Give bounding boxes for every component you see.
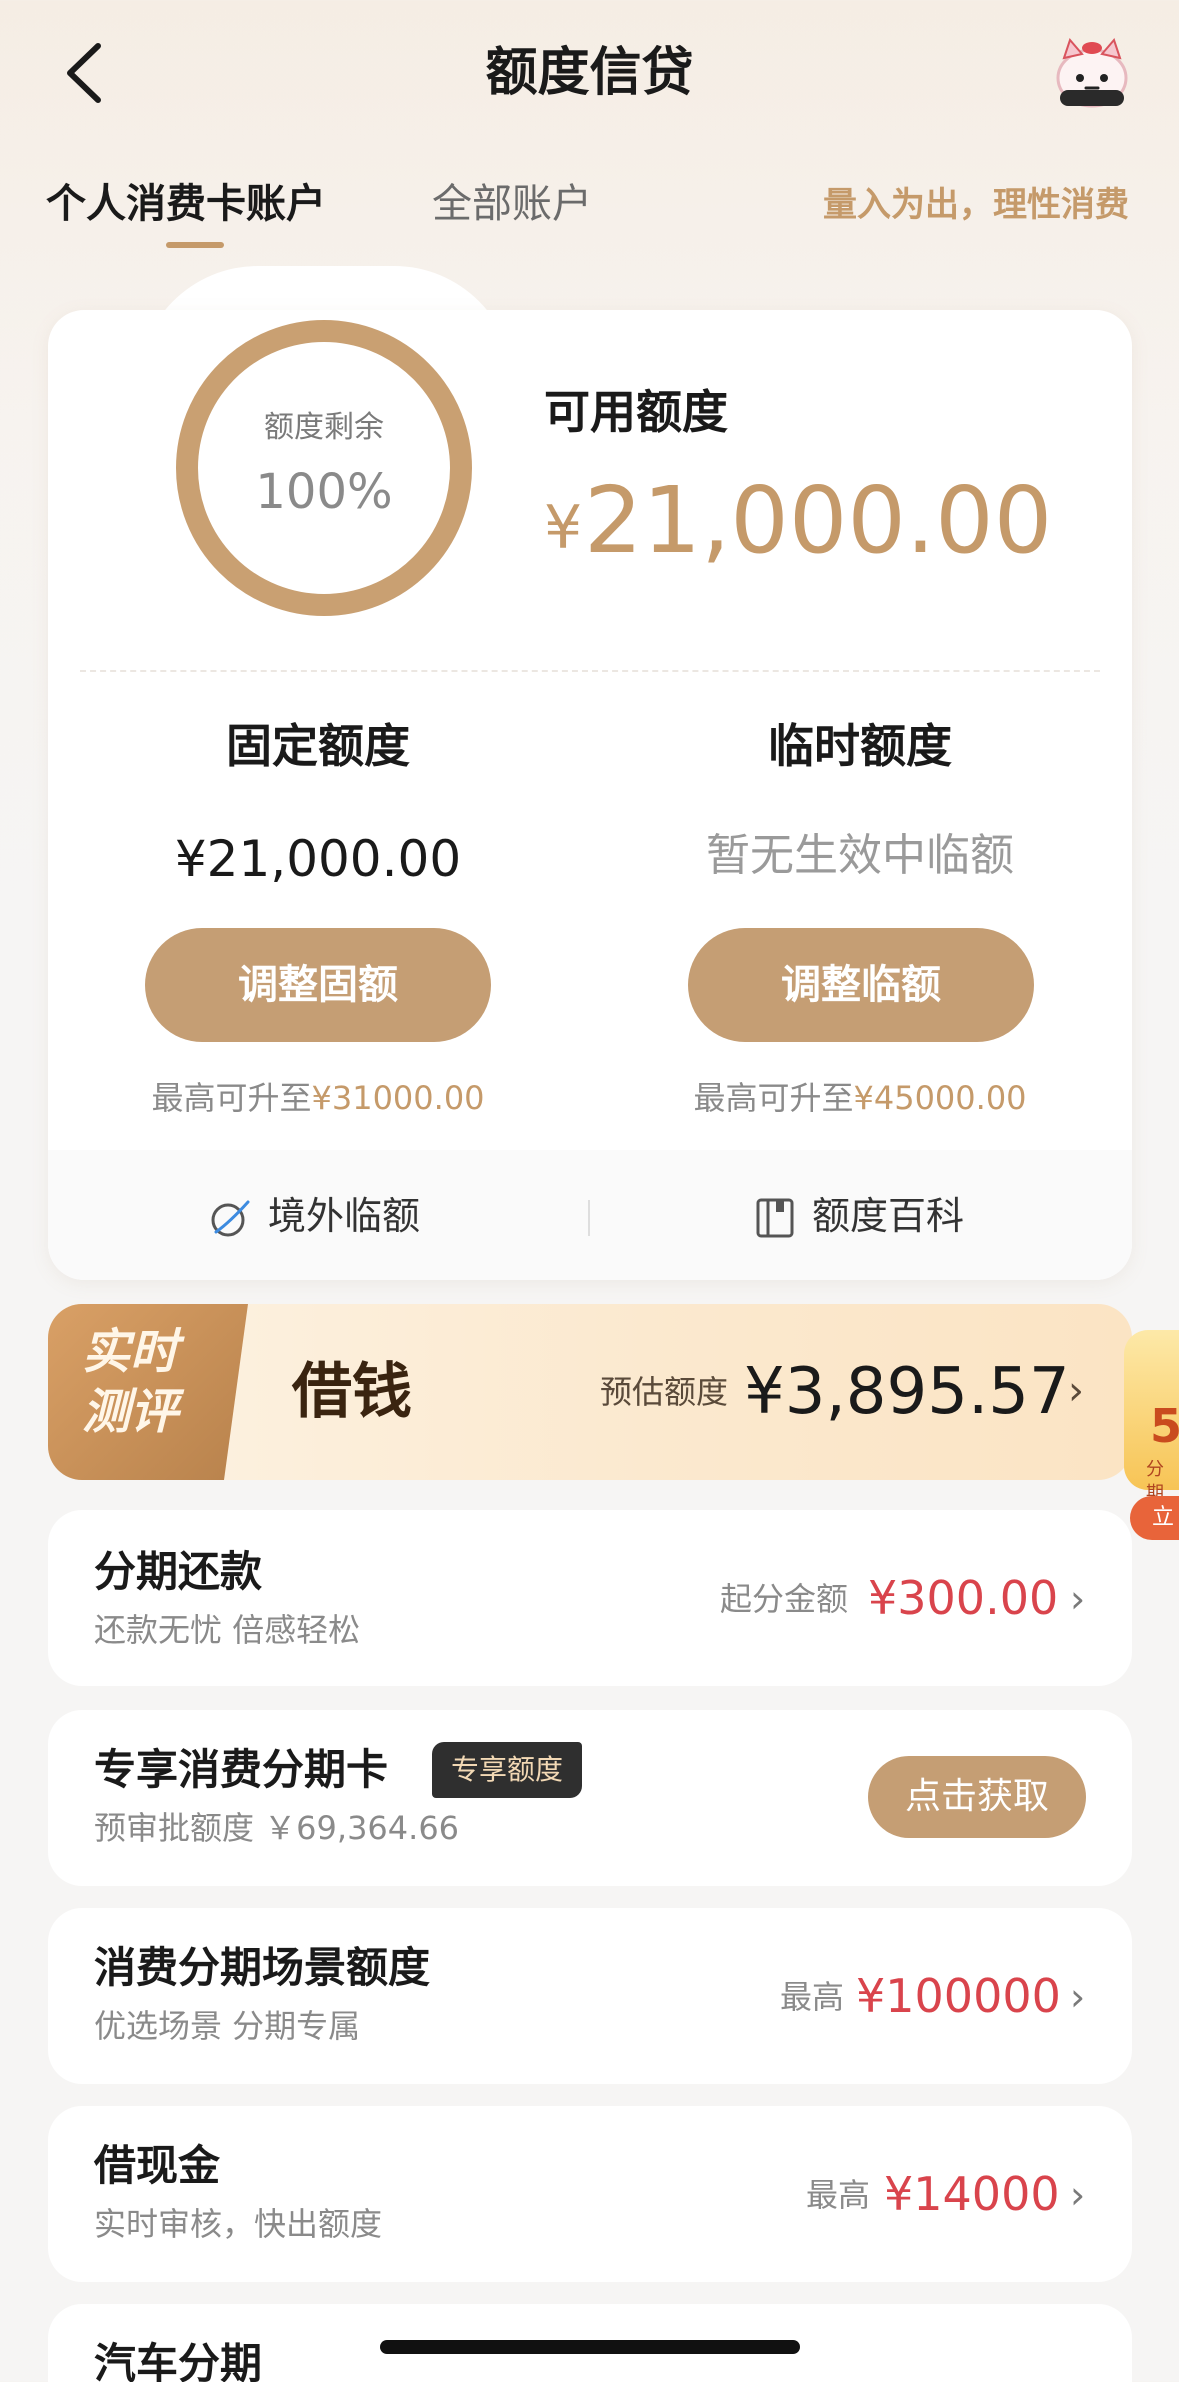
mascot-avatar-icon[interactable] (1052, 34, 1132, 110)
badge-text: 实时 测评 (82, 1322, 222, 1442)
temp-credit-status: 暂无生效中临额 (706, 830, 1014, 881)
list-item-subtitle: 实时审核，快出额度 (94, 2205, 383, 2243)
fixed-credit-amount: ¥21,000.00 (174, 830, 462, 888)
ring-label: 额度剩余 (264, 410, 384, 445)
list-item-right-amount: ¥100000 (856, 1969, 1061, 2023)
chevron-right-icon: › (1070, 1577, 1086, 1621)
dashed-divider (80, 670, 1100, 672)
chevron-right-icon: › (1068, 1368, 1084, 1414)
list-item-subtitle: 优选场景 分期专属 (94, 2007, 361, 2045)
chevron-right-icon: › (1070, 1975, 1086, 2019)
fixed-max-note: 最高可升至¥31000.00 (88, 1076, 548, 1120)
available-credit-amount: 21,000.00 (584, 467, 1053, 574)
ring-percentage: 100% (255, 464, 393, 520)
credit-wiki-link[interactable]: 额度百科 (812, 1186, 964, 1246)
tab-personal-card-account[interactable]: 个人消费卡账户 (46, 176, 326, 232)
adjust-temp-credit-button[interactable]: 调整临额 (688, 928, 1034, 1042)
list-item-right-label: 最高 (806, 2176, 871, 2214)
estimate-label: 预估额度 (600, 1373, 729, 1411)
chevron-right-icon: › (1070, 2173, 1086, 2217)
list-item-right-amount: ¥14000 (884, 2167, 1060, 2221)
available-credit-currency: ¥ (544, 493, 583, 563)
book-icon (756, 1198, 794, 1238)
list-item-title: 借现金 (94, 2141, 221, 2190)
floating-promo-number: 5 (1150, 1399, 1179, 1453)
footer-divider (588, 1200, 590, 1236)
estimate-amount: ¥3,895.57 (744, 1355, 1070, 1429)
click-to-get-button[interactable]: 点击获取 (868, 1756, 1086, 1838)
list-item-title: 分期还款 (94, 1547, 263, 1596)
list-item-title: 汽车分期 (94, 2339, 263, 2382)
list-item-title: 消费分期场景额度 (94, 1943, 431, 1992)
overseas-temp-credit-link[interactable]: 境外临额 (268, 1186, 420, 1246)
list-item-right-amount: ¥300.00 (868, 1571, 1059, 1625)
tab-all-accounts[interactable]: 全部账户 (432, 176, 592, 232)
temp-credit-label: 临时额度 (768, 719, 952, 773)
list-item-subtitle: 预审批额度 ￥69,364.66 (94, 1809, 460, 1847)
list-item-right-label: 最高 (780, 1978, 845, 2016)
fixed-max-value: ¥31000.00 (311, 1079, 485, 1117)
list-item-title: 专享消费分期卡 (94, 1745, 389, 1794)
badge-line2: 测评 (82, 1384, 179, 1440)
exclusive-credit-tag: 专享额度 (432, 1742, 582, 1798)
fixed-credit-label: 固定额度 (226, 719, 410, 773)
adjust-fixed-credit-button[interactable]: 调整固额 (145, 928, 491, 1042)
temp-max-prefix: 最高可升至 (693, 1079, 854, 1117)
badge-line1: 实时 (82, 1324, 179, 1380)
page-title: 额度信贷 (485, 43, 694, 103)
borrow-title: 借钱 (292, 1357, 412, 1427)
fixed-max-prefix: 最高可升至 (151, 1079, 312, 1117)
floating-promo-button[interactable]: 立 (1130, 1496, 1179, 1540)
slogan-text: 量入为出，理性消费 (823, 185, 1129, 225)
available-credit-label: 可用额度 (544, 385, 728, 439)
temp-max-note: 最高可升至¥45000.00 (630, 1076, 1090, 1120)
list-item-right-label: 起分金额 (720, 1580, 849, 1618)
globe-plane-icon (211, 1200, 250, 1237)
home-indicator (380, 2340, 800, 2354)
tab-active-underline (166, 242, 224, 248)
temp-max-value: ¥45000.00 (853, 1079, 1027, 1117)
list-item-subtitle: 还款无忧 倍感轻松 (94, 1611, 361, 1649)
